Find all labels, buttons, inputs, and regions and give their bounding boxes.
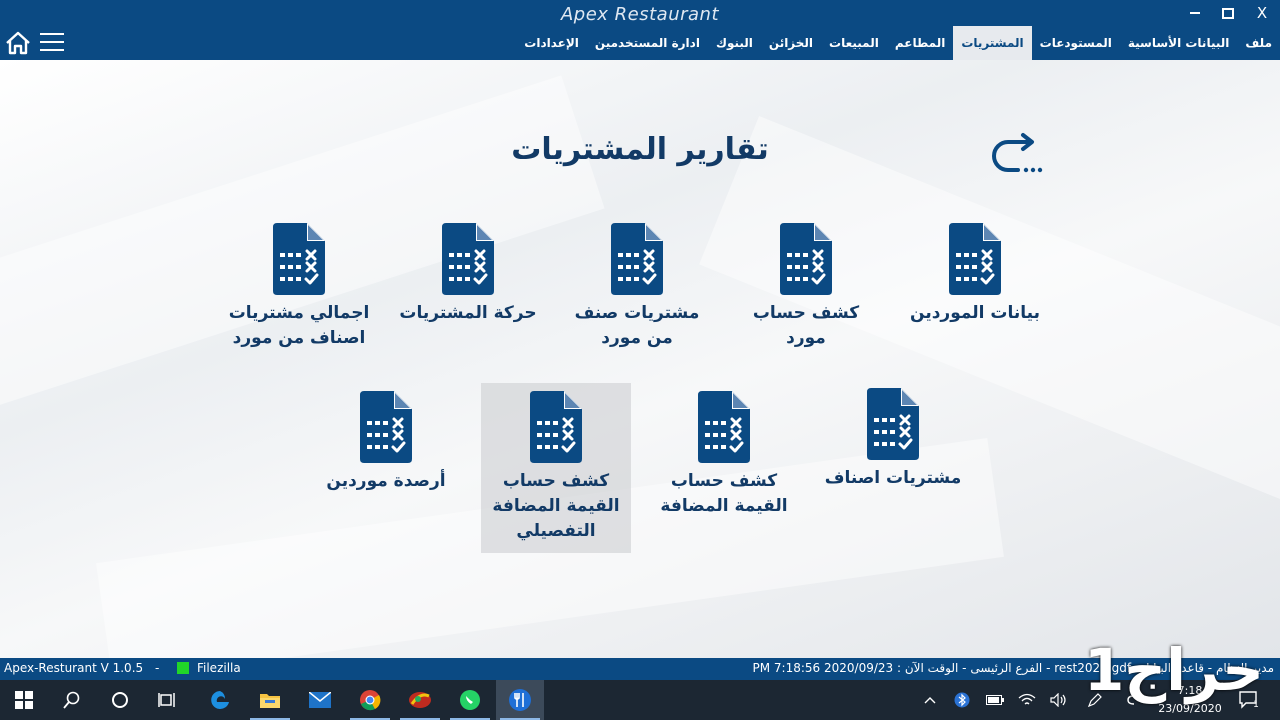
- windows-start-icon[interactable]: [0, 680, 48, 720]
- report-document-icon: [609, 223, 665, 295]
- bluetooth-icon[interactable]: [952, 680, 972, 720]
- tile-suppliers-data[interactable]: بيانات الموردين: [900, 223, 1050, 326]
- report-document-icon: [271, 223, 327, 295]
- menu-restaurants[interactable]: المطاعم: [887, 26, 953, 60]
- show-hidden-icons-icon[interactable]: [920, 680, 940, 720]
- return-arrow-icon[interactable]: [990, 132, 1048, 180]
- tile-label: مشتريات صنف من مورد: [574, 303, 700, 348]
- tile-label: حركة المشتريات: [399, 303, 537, 323]
- menu-purchases[interactable]: المشتريات: [953, 26, 1032, 60]
- hamburger-menu-icon[interactable]: [40, 33, 64, 53]
- apex-restaurant-icon[interactable]: [496, 680, 544, 720]
- tile-label: كشف حساب القيمة المضافة: [660, 471, 788, 516]
- tile-label: كشف حساب مورد: [752, 303, 860, 348]
- watermark: حراج1: [1084, 636, 1264, 704]
- whatsapp-icon[interactable]: [446, 680, 494, 720]
- report-document-icon: [865, 388, 921, 460]
- chrome-icon[interactable]: [346, 680, 394, 720]
- report-document-icon: [528, 391, 584, 463]
- tile-label: بيانات الموردين: [910, 303, 1040, 323]
- tile-label: اجمالي مشتريات اصناف من مورد: [228, 303, 370, 348]
- battery-icon[interactable]: [984, 680, 1006, 720]
- wifi-icon[interactable]: [1016, 680, 1038, 720]
- page-title: تقارير المشتريات: [511, 132, 769, 167]
- maximize-icon[interactable]: [1214, 2, 1242, 26]
- tile-label: مشتريات اصناف: [824, 468, 962, 488]
- status-left: Apex-Resturant V 1.0.5 - Filezilla: [4, 661, 241, 675]
- volume-icon[interactable]: [1048, 680, 1070, 720]
- app-title: Apex Restaurant: [560, 4, 720, 25]
- tile-purchases-movement[interactable]: حركة المشتريات: [393, 223, 543, 326]
- tile-suppliers-balances[interactable]: أرصدة موردين: [311, 391, 461, 494]
- filezilla-icon[interactable]: [396, 680, 444, 720]
- file-explorer-icon[interactable]: [246, 680, 294, 720]
- menu-sales[interactable]: المبيعات: [821, 26, 887, 60]
- tile-vat-statement[interactable]: كشف حساب القيمة المضافة: [649, 391, 799, 519]
- status-separator: -: [154, 661, 160, 675]
- main-panel: تقارير المشتريات بيانات الموردين كشف حسا…: [0, 60, 1280, 658]
- minimize-icon[interactable]: [1181, 0, 1209, 24]
- menu-file[interactable]: ملف: [1237, 26, 1280, 60]
- report-document-icon: [696, 391, 752, 463]
- report-document-icon: [947, 223, 1003, 295]
- search-icon[interactable]: [48, 680, 96, 720]
- cortana-icon[interactable]: [96, 680, 144, 720]
- tile-item-purchases-from-supplier[interactable]: مشتريات صنف من مورد: [562, 223, 712, 351]
- menu-warehouses[interactable]: المستودعات: [1032, 26, 1120, 60]
- close-button[interactable]: X: [1248, 4, 1276, 22]
- tile-total-items-purchases-from-supplier[interactable]: اجمالي مشتريات اصناف من مورد: [224, 223, 374, 351]
- report-document-icon: [778, 223, 834, 295]
- menu-user-management[interactable]: ادارة المستخدمين: [587, 26, 708, 60]
- tile-vat-statement-detailed[interactable]: كشف حساب القيمة المضافة التفصيلي: [481, 383, 631, 553]
- tile-label: كشف حساب القيمة المضافة التفصيلي: [492, 471, 620, 541]
- tile-label: أرصدة موردين: [326, 471, 446, 491]
- ftp-status-indicator: [177, 662, 190, 674]
- menu-settings[interactable]: الإعدادات: [516, 26, 587, 60]
- task-view-icon[interactable]: [144, 680, 192, 720]
- app-version: Apex-Resturant V 1.0.5: [4, 661, 144, 675]
- report-document-icon: [358, 391, 414, 463]
- tile-items-purchases[interactable]: مشتريات اصناف: [818, 388, 968, 491]
- mail-icon[interactable]: [296, 680, 344, 720]
- menu-basic-data[interactable]: البيانات الأساسية: [1120, 26, 1238, 60]
- menu-banks[interactable]: البنوك: [708, 26, 761, 60]
- report-document-icon: [440, 223, 496, 295]
- edge-icon[interactable]: [196, 680, 244, 720]
- home-icon[interactable]: [4, 30, 32, 56]
- ftp-label: Filezilla: [196, 661, 241, 675]
- menu-treasuries[interactable]: الخزائن: [761, 26, 821, 60]
- main-menu: ملف البيانات الأساسية المستودعات المشتري…: [516, 26, 1280, 60]
- title-bar: Apex Restaurant X ملف البيانات الأساسية …: [0, 0, 1280, 60]
- tile-supplier-statement[interactable]: كشف حساب مورد: [731, 223, 881, 351]
